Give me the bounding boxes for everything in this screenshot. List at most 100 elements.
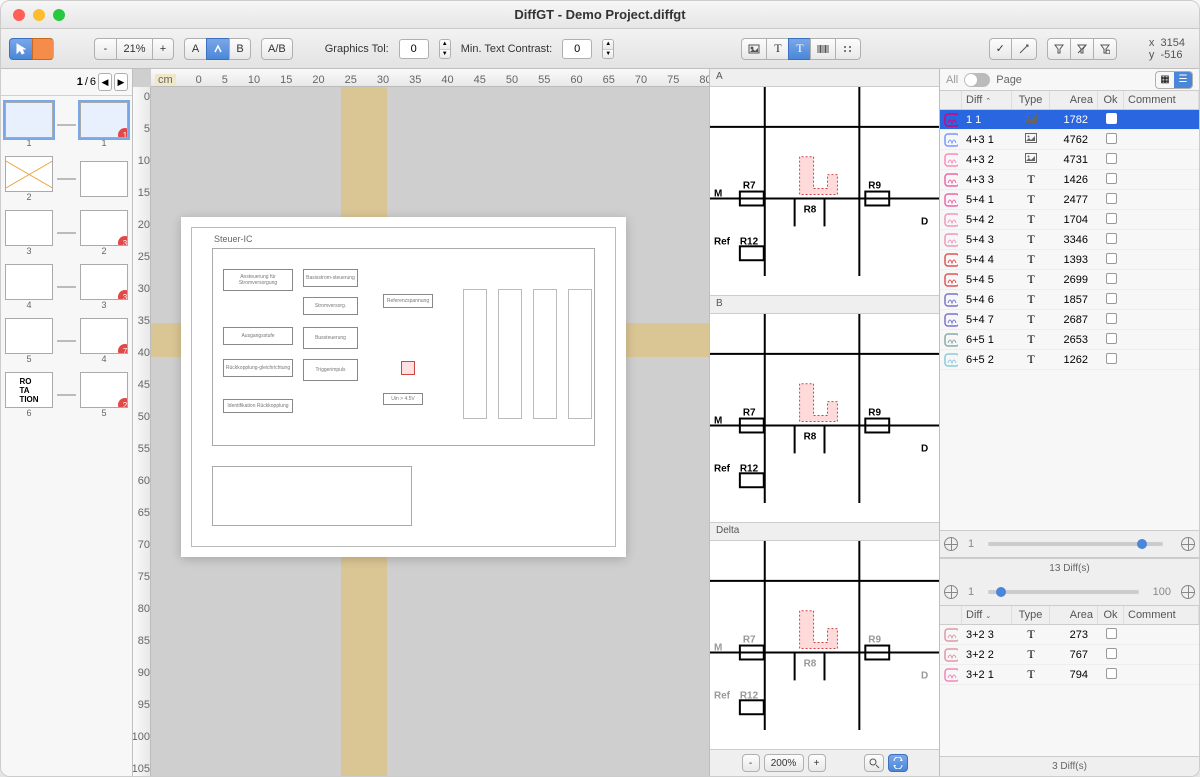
ok-checkbox[interactable] (1106, 293, 1117, 304)
ok-checkbox[interactable] (1106, 133, 1117, 144)
ok-checkbox[interactable] (1106, 213, 1117, 224)
zoom-in[interactable]: + (152, 38, 174, 60)
mode-b[interactable]: B (229, 38, 251, 60)
col-diff[interactable]: Diff ⌃ (962, 91, 1012, 109)
diff-row[interactable]: 4+3 14762 (940, 130, 1199, 150)
ok-checkbox[interactable] (1106, 648, 1117, 659)
graphics-tol-value[interactable]: 0 (399, 39, 429, 59)
barcode-icon[interactable] (810, 38, 835, 60)
col-comment-b[interactable]: Comment (1124, 606, 1199, 624)
detail-delta[interactable]: M R7 R8 R9 Ref R12 D (710, 541, 939, 750)
diff-row[interactable]: 5+4 4T1393 (940, 250, 1199, 270)
min-contrast-stepper[interactable]: ▲▼ (602, 39, 614, 59)
page-thumb[interactable]: 1 (80, 102, 128, 138)
detail-zoom-out[interactable]: - (742, 754, 760, 772)
detail-b[interactable]: M R7 R8 R9 Ref R12 D (710, 314, 939, 523)
col-ok[interactable]: Ok (1098, 91, 1124, 109)
zoom-window[interactable] (53, 9, 65, 21)
mode-ab[interactable]: A/B (261, 38, 293, 60)
canvas[interactable]: cm 0510152025303540455055606570758085909… (133, 69, 709, 776)
diff-row[interactable]: 5+4 1T2477 (940, 190, 1199, 210)
diff-row[interactable]: 3+2 1T794 (940, 665, 1199, 685)
view-grid-icon[interactable]: ▦ (1156, 72, 1174, 88)
page-thumb[interactable]: RO TA TION (5, 372, 53, 408)
diff-row[interactable]: 3+2 2T767 (940, 645, 1199, 665)
col-diff-b[interactable]: Diff ⌄ (962, 606, 1012, 624)
page-thumb[interactable]: 3 (80, 210, 128, 246)
mode-diff[interactable] (206, 38, 229, 60)
diff-row[interactable]: 5+4 2T1704 (940, 210, 1199, 230)
page-thumb[interactable] (5, 210, 53, 246)
wand-icon[interactable] (1011, 38, 1037, 60)
ok-checkbox[interactable] (1106, 153, 1117, 164)
diff-row[interactable]: 5+4 6T1857 (940, 290, 1199, 310)
zoom-value[interactable]: 21% (116, 38, 152, 60)
diff-row[interactable]: 4+3 24731 (940, 150, 1199, 170)
diff-row[interactable]: 6+5 2T1262 (940, 350, 1199, 370)
ok-checkbox[interactable] (1106, 333, 1117, 344)
ok-checkbox[interactable] (1106, 353, 1117, 364)
minimize-window[interactable] (33, 9, 45, 21)
page-thumb[interactable] (5, 318, 53, 354)
page-next[interactable]: ▶ (114, 73, 128, 91)
graphics-tol-stepper[interactable]: ▲▼ (439, 39, 451, 59)
view-list-icon[interactable]: ☰ (1174, 72, 1192, 88)
highlight-tool[interactable] (32, 38, 54, 60)
ok-checkbox[interactable] (1106, 193, 1117, 204)
filter-settings-icon[interactable] (1093, 38, 1117, 60)
diff-row[interactable]: 5+4 7T2687 (940, 310, 1199, 330)
filter-scope-toggle[interactable] (964, 73, 990, 87)
text-plain-icon[interactable]: T (766, 38, 788, 60)
mode-a[interactable]: A (184, 38, 206, 60)
diff-row[interactable]: 5+4 3T3346 (940, 230, 1199, 250)
diff-row[interactable]: 5+4 5T2699 (940, 270, 1199, 290)
check-icon[interactable]: ✓ (989, 38, 1011, 60)
diff-row[interactable]: 3+2 3T273 (940, 625, 1199, 645)
page-prev[interactable]: ◀ (98, 73, 112, 91)
page-thumb[interactable]: 7 (80, 318, 128, 354)
globe-left-icon[interactable] (944, 537, 958, 551)
scale-slider-top[interactable] (988, 542, 1163, 546)
ok-checkbox[interactable] (1106, 233, 1117, 244)
diff-row[interactable]: 4+3 3T1426 (940, 170, 1199, 190)
col-type-b[interactable]: Type (1012, 606, 1050, 624)
ok-checkbox[interactable] (1106, 313, 1117, 324)
col-type[interactable]: Type (1012, 91, 1050, 109)
image-filter-icon[interactable] (741, 38, 766, 60)
pointer-tool[interactable] (9, 38, 32, 60)
ok-checkbox[interactable] (1106, 668, 1117, 679)
page-thumb[interactable] (80, 161, 128, 197)
col-area[interactable]: Area (1050, 91, 1098, 109)
page-thumb[interactable] (5, 102, 53, 138)
detail-zoom-in[interactable]: + (808, 754, 826, 772)
min-contrast-value[interactable]: 0 (562, 39, 592, 59)
col-ok-b[interactable]: Ok (1098, 606, 1124, 624)
filter-icon[interactable] (1047, 38, 1070, 60)
col-area-b[interactable]: Area (1050, 606, 1098, 624)
globe-left-icon-2[interactable] (944, 585, 958, 599)
globe-right-icon-2[interactable] (1181, 585, 1195, 599)
page-thumb[interactable]: 2 (80, 372, 128, 408)
detail-sync-icon[interactable] (888, 754, 908, 772)
ok-checkbox[interactable] (1106, 253, 1117, 264)
page-thumb[interactable]: 3 (80, 264, 128, 300)
page-thumb[interactable] (5, 264, 53, 300)
ok-checkbox[interactable] (1106, 113, 1117, 124)
diff-row[interactable]: 6+5 1T2653 (940, 330, 1199, 350)
col-comment[interactable]: Comment (1124, 91, 1199, 109)
detail-zoom-value[interactable]: 200% (764, 754, 804, 772)
globe-right-icon[interactable] (1181, 537, 1195, 551)
close-window[interactable] (13, 9, 25, 21)
detail-a[interactable]: M R7 R8 R9 Ref R12 D (710, 87, 939, 296)
zoom-out[interactable]: - (94, 38, 116, 60)
page-thumb[interactable] (5, 156, 53, 192)
filter-off-icon[interactable] (1070, 38, 1093, 60)
braille-icon[interactable] (835, 38, 861, 60)
text-compare-icon[interactable]: T (788, 38, 810, 60)
detail-locate-icon[interactable] (864, 754, 884, 772)
diff-row[interactable]: 1 11782 (940, 110, 1199, 130)
scale-slider-bottom[interactable] (988, 590, 1139, 594)
ok-checkbox[interactable] (1106, 273, 1117, 284)
ok-checkbox[interactable] (1106, 173, 1117, 184)
ok-checkbox[interactable] (1106, 628, 1117, 639)
